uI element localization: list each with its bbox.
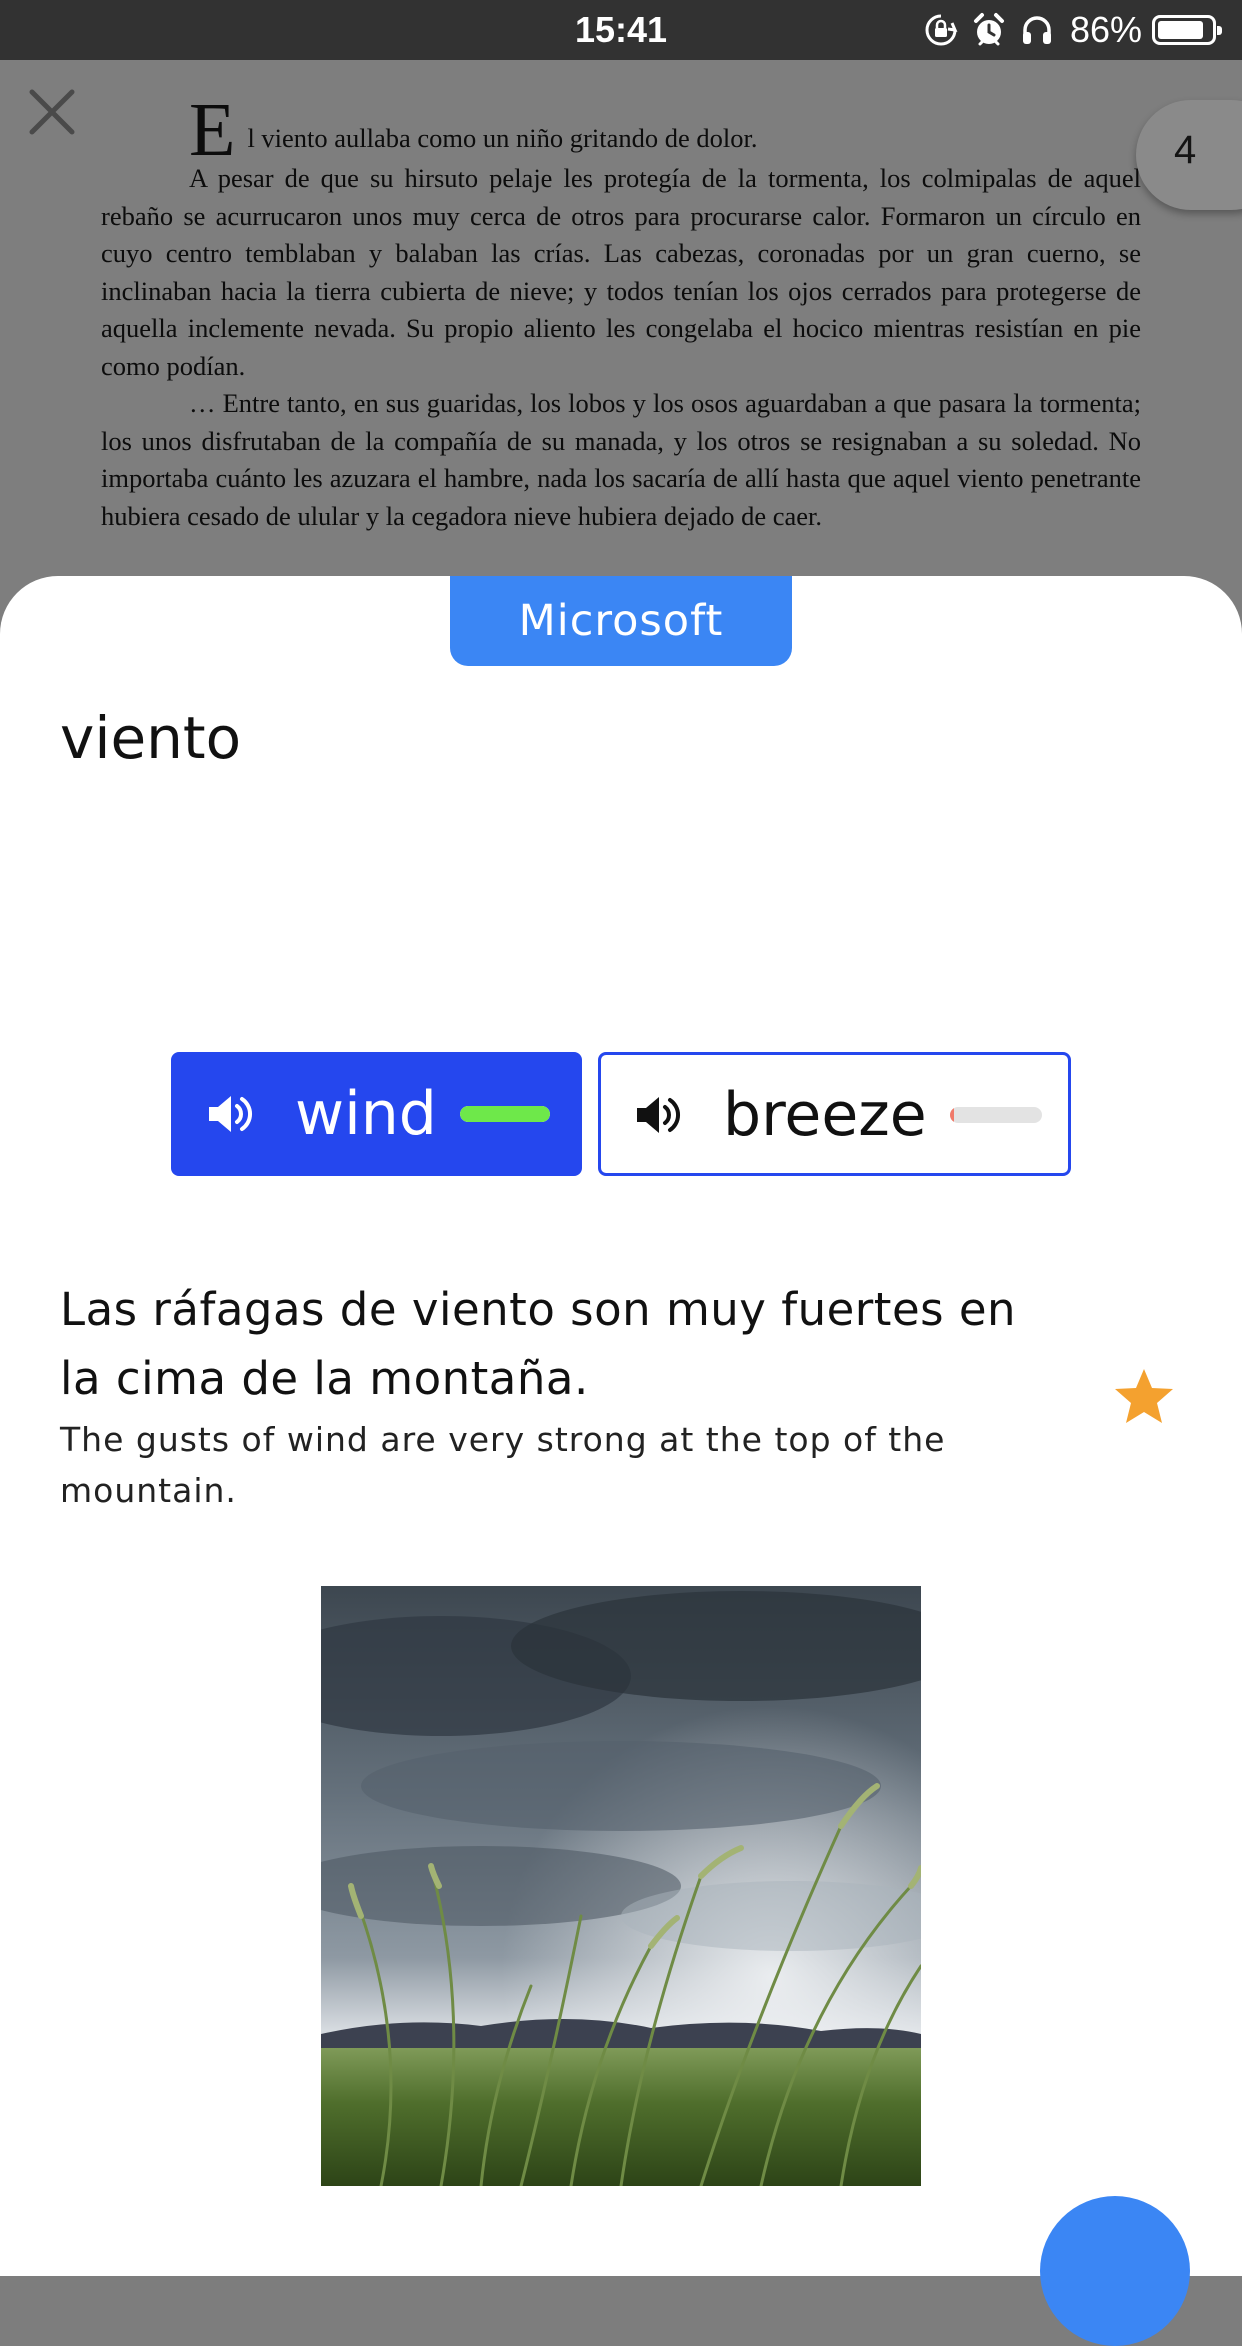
- alarm-icon: [970, 11, 1008, 49]
- speaker-icon[interactable]: [207, 1092, 255, 1136]
- star-icon[interactable]: [1112, 1366, 1176, 1426]
- book-paragraph: A pesar de que su hirsuto pelaje les pro…: [101, 163, 1141, 381]
- translation-label: breeze: [723, 1080, 927, 1150]
- book-paragraph: El viento aullaba como un niño gritando …: [101, 92, 1141, 168]
- battery-icon: [1152, 15, 1222, 45]
- drop-cap: E: [189, 88, 236, 172]
- provider-tab[interactable]: Microsoft: [450, 576, 792, 666]
- book-paragraph: … Entre tanto, en sus guaridas, los lobo…: [101, 388, 1141, 531]
- battery-percent: 86%: [1069, 9, 1142, 50]
- frequency-bar: [950, 1107, 1042, 1123]
- translation-button-breeze[interactable]: breeze: [598, 1052, 1071, 1176]
- frequency-fill: [460, 1106, 550, 1122]
- book-text: El viento aullaba como un niño gritando …: [101, 92, 1141, 535]
- close-icon: [29, 89, 75, 135]
- book-paragraph-text: l viento aullaba como un niño gritando d…: [247, 123, 758, 153]
- headword: viento: [60, 704, 242, 772]
- status-bar: 15:41 86%: [0, 0, 1242, 60]
- example-sentence: Las ráfagas de viento son muy fuertes en…: [60, 1283, 1017, 1405]
- floating-action-button[interactable]: [1040, 2196, 1190, 2346]
- frequency-bar: [460, 1106, 550, 1122]
- headphones-icon: [1018, 11, 1056, 49]
- close-button[interactable]: [24, 84, 80, 140]
- translation-button-wind[interactable]: wind: [171, 1052, 582, 1176]
- speaker-icon[interactable]: [635, 1093, 683, 1137]
- page-number: 4: [1174, 128, 1197, 172]
- translation-label: wind: [295, 1079, 437, 1149]
- page-indicator[interactable]: 4: [1136, 100, 1242, 210]
- battery-level: [1158, 21, 1203, 39]
- illustration-image: [321, 1586, 921, 2186]
- example-translation: The gusts of wind are very strong at the…: [60, 1420, 946, 1510]
- frequency-fill: [950, 1107, 954, 1123]
- status-icons: 86%: [922, 8, 1222, 52]
- battery-cap: [1217, 26, 1222, 35]
- rotation-lock-icon: [922, 11, 960, 49]
